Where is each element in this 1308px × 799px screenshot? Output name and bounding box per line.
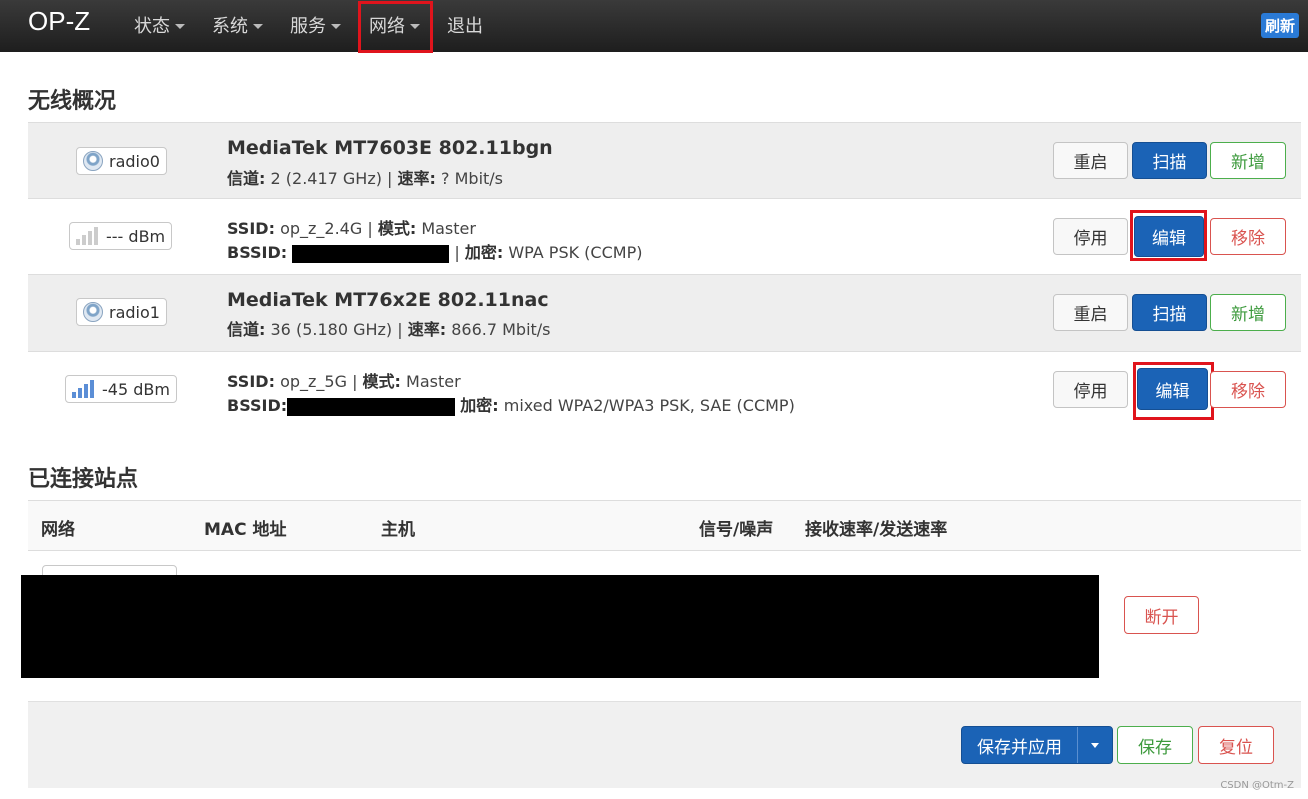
mode-value: Master	[406, 372, 461, 391]
radio-row-radio1: radio1 MediaTek MT76x2E 802.11nac 信道: 36…	[28, 275, 1301, 352]
device-title: MediaTek MT76x2E 802.11nac	[227, 289, 549, 311]
radio-badge: radio1	[76, 298, 167, 326]
col-network: 网络	[41, 520, 75, 540]
connected-stations-title: 已连接站点	[28, 467, 139, 492]
redacted-bssid	[287, 397, 456, 416]
highlight-box-edit	[1130, 210, 1207, 261]
ssid-value: op_z_2.4G	[280, 219, 363, 238]
menu-system-label: 系统	[212, 16, 248, 37]
wireless-overview-title: 无线概况	[28, 89, 117, 114]
bssid-line: BSSID: | 加密: WPA PSK (CCMP)	[227, 243, 643, 263]
brand-logo[interactable]: OP-Z	[28, 6, 90, 37]
chevron-down-icon	[253, 24, 263, 29]
disable-button[interactable]: 停用	[1053, 371, 1128, 408]
top-navbar: OP-Z 状态 系统 服务 网络 退出 刷新	[0, 0, 1308, 53]
add-button[interactable]: 新增	[1210, 294, 1286, 331]
encryption-key: 加密:	[460, 396, 499, 415]
remove-button[interactable]: 移除	[1210, 218, 1286, 255]
ssid-value: op_z_5G	[280, 372, 347, 391]
radio-badge: radio0	[76, 147, 167, 175]
save-apply-button[interactable]: 保存并应用	[962, 727, 1078, 763]
reset-button[interactable]: 复位	[1198, 726, 1274, 764]
signal-strength-icon	[76, 227, 98, 245]
highlight-box-network	[358, 1, 433, 53]
redacted-bssid	[292, 244, 450, 263]
refresh-button[interactable]: 刷新	[1260, 13, 1299, 38]
ssid-line: SSID: op_z_2.4G | 模式: Master	[227, 219, 476, 238]
watermark-text: CSDN @Otm-Z	[1220, 780, 1294, 791]
signal-value: -45 dBm	[102, 379, 170, 399]
rate-key: 速率:	[407, 320, 447, 339]
channel-value: 36 (5.180 GHz)	[270, 320, 393, 339]
rate-value: ? Mbit/s	[441, 169, 504, 188]
mode-key: 模式:	[377, 219, 417, 238]
col-signal-noise: 信号/噪声	[699, 520, 774, 540]
network-row-5g: -45 dBm SSID: op_z_5G | 模式: Master BSSID…	[28, 352, 1301, 428]
wireless-radio-icon	[83, 302, 103, 322]
radio-name: radio1	[109, 302, 160, 322]
radio-name: radio0	[109, 151, 160, 171]
col-mac: MAC 地址	[204, 520, 287, 540]
radio-row-radio0: radio0 MediaTek MT7603E 802.11bgn 信道: 2 …	[28, 122, 1301, 199]
col-rx-tx-rate: 接收速率/发送速率	[805, 520, 948, 540]
ssid-key: SSID:	[227, 372, 275, 391]
bssid-key: BSSID:	[227, 243, 288, 262]
menu-status-label: 状态	[134, 16, 170, 37]
scan-button[interactable]: 扫描	[1132, 142, 1207, 179]
ssid-line: SSID: op_z_5G | 模式: Master	[227, 372, 461, 391]
signal-badge: -45 dBm	[65, 375, 177, 403]
restart-button[interactable]: 重启	[1053, 142, 1128, 179]
signal-strength-icon	[72, 380, 94, 398]
encryption-value: mixed WPA2/WPA3 PSK, SAE (CCMP)	[503, 396, 795, 415]
save-button[interactable]: 保存	[1117, 726, 1193, 764]
save-apply-dropdown-toggle[interactable]	[1078, 742, 1112, 748]
mode-value: Master	[421, 219, 476, 238]
encryption-key: 加密:	[464, 243, 504, 262]
disconnect-button[interactable]: 断开	[1124, 596, 1199, 634]
device-channel-line: 信道: 36 (5.180 GHz) | 速率: 866.7 Mbit/s	[227, 320, 551, 339]
menu-status[interactable]: 状态	[134, 12, 185, 38]
rate-value: 866.7 Mbit/s	[451, 320, 551, 339]
add-button[interactable]: 新增	[1210, 142, 1286, 179]
signal-badge: --- dBm	[69, 222, 173, 250]
network-row-2g: --- dBm SSID: op_z_2.4G | 模式: Master BSS…	[28, 199, 1301, 275]
device-channel-line: 信道: 2 (2.417 GHz) | 速率: ? Mbit/s	[227, 169, 504, 188]
col-host: 主机	[381, 520, 415, 540]
ssid-key: SSID:	[227, 219, 275, 238]
menu-system[interactable]: 系统	[212, 12, 263, 38]
bssid-key: BSSID:	[227, 396, 288, 415]
channel-value: 2 (2.417 GHz)	[270, 169, 382, 188]
encryption-value: WPA PSK (CCMP)	[508, 243, 643, 262]
save-apply-split-button[interactable]: 保存并应用	[961, 726, 1113, 764]
disable-button[interactable]: 停用	[1053, 218, 1128, 255]
mode-key: 模式:	[362, 372, 401, 391]
channel-key: 信道:	[227, 169, 266, 188]
menu-services[interactable]: 服务	[290, 12, 341, 38]
redacted-station-row	[21, 575, 1099, 678]
remove-button[interactable]: 移除	[1210, 371, 1286, 408]
channel-key: 信道:	[227, 320, 266, 339]
menu-logout[interactable]: 退出	[447, 12, 483, 38]
rate-key: 速率:	[397, 169, 436, 188]
scan-button[interactable]: 扫描	[1132, 294, 1207, 331]
menu-services-label: 服务	[290, 16, 326, 37]
bssid-line: BSSID: 加密: mixed WPA2/WPA3 PSK, SAE (CCM…	[227, 392, 795, 416]
chevron-down-icon	[175, 24, 185, 29]
signal-value: --- dBm	[106, 226, 166, 246]
restart-button[interactable]: 重启	[1053, 294, 1128, 331]
menu-logout-label: 退出	[447, 16, 483, 37]
chevron-down-icon	[331, 24, 341, 29]
wireless-radio-icon	[83, 151, 103, 171]
caret-down-icon	[1091, 742, 1099, 748]
highlight-box-edit	[1133, 362, 1214, 420]
device-title: MediaTek MT7603E 802.11bgn	[227, 137, 553, 159]
